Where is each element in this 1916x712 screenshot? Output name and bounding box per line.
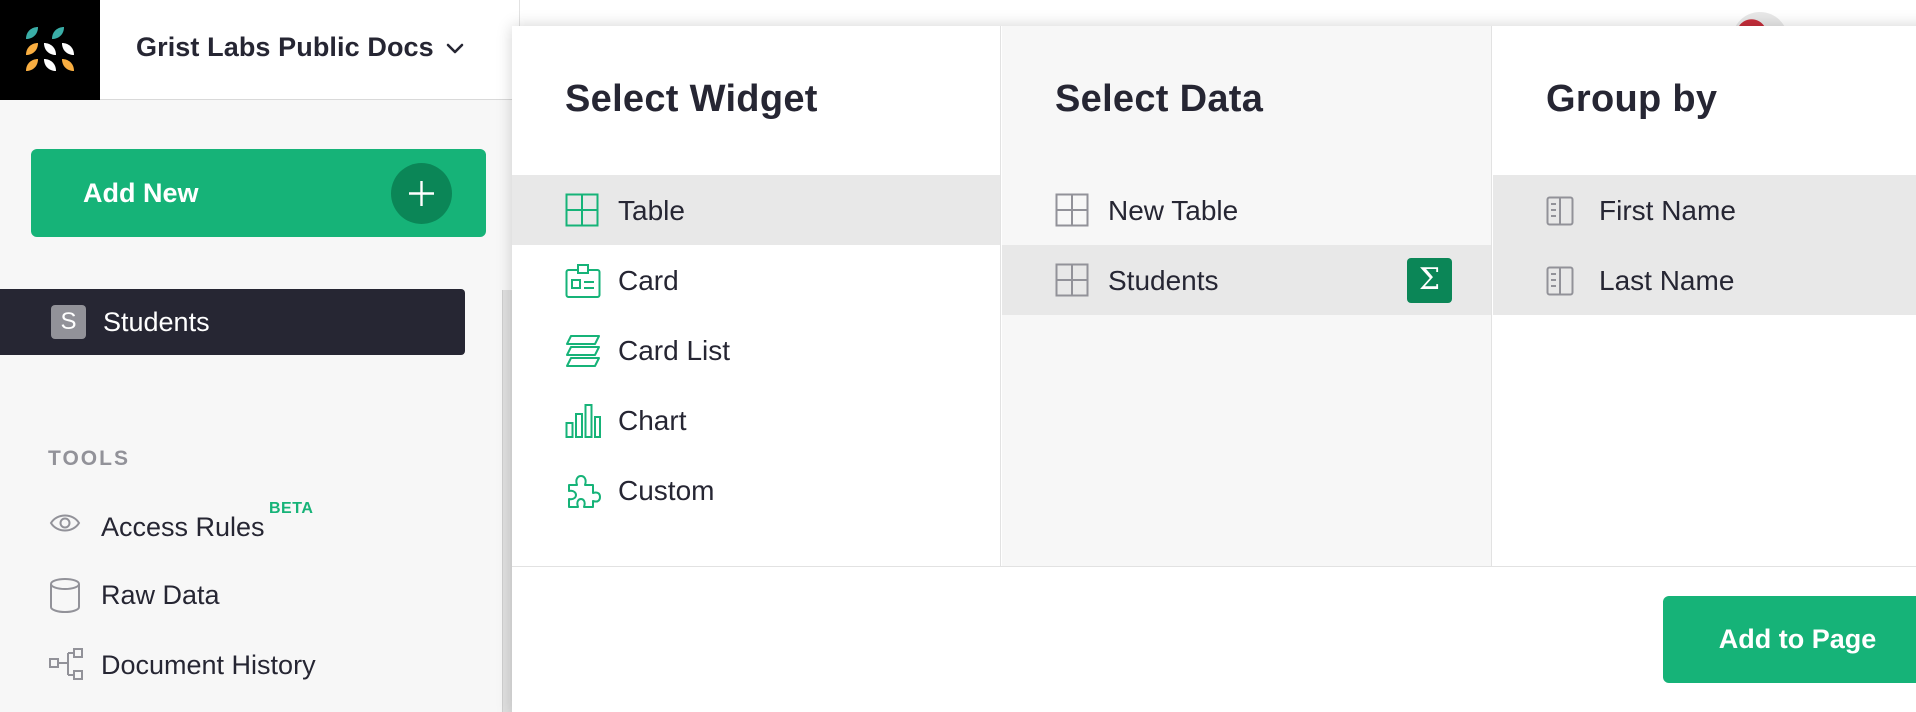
tool-label: Access Rules — [101, 512, 265, 542]
group-field-first-name[interactable]: First Name — [1493, 175, 1916, 245]
data-label: New Table — [1108, 195, 1239, 226]
group-by-column: Group by First Name Last Name — [1493, 26, 1916, 566]
data-option-students[interactable]: Students Σ — [1002, 245, 1491, 315]
left-panel: Grist Labs Public Docs Add New S Student… — [0, 0, 520, 712]
picker-footer: Add to Page — [512, 566, 1916, 712]
group-field-last-name[interactable]: Last Name — [1493, 245, 1916, 315]
database-icon — [50, 578, 80, 614]
eye-icon — [49, 514, 81, 532]
tool-document-history[interactable]: Document History — [0, 634, 490, 694]
widget-label: Card List — [618, 335, 731, 366]
tools-header: TOOLS — [48, 447, 130, 470]
tool-raw-data[interactable]: Raw Data — [0, 564, 490, 624]
table-icon — [565, 193, 599, 227]
grist-logo-icon — [26, 27, 74, 71]
summary-sigma-icon[interactable]: Σ — [1407, 258, 1452, 303]
top-bar: Grist Labs Public Docs — [0, 0, 520, 100]
sidebar-page-students[interactable]: S Students — [0, 289, 465, 355]
add-new-button[interactable]: Add New — [31, 149, 486, 237]
chart-icon — [565, 404, 601, 438]
widget-label: Card — [618, 265, 679, 296]
chevron-down-icon[interactable] — [444, 38, 466, 60]
puzzle-icon — [568, 475, 601, 508]
add-to-page-button[interactable]: Add to Page — [1663, 596, 1916, 683]
table-icon — [1055, 193, 1089, 227]
data-option-new-table[interactable]: New Table — [1002, 175, 1491, 245]
widget-picker-popup: Select Widget Table Card Card List Chart… — [512, 26, 1916, 712]
add-new-label: Add New — [83, 178, 199, 208]
tool-access-rules[interactable]: Access Rules BETA — [0, 496, 490, 556]
widget-label: Chart — [618, 405, 687, 436]
org-name[interactable]: Grist Labs Public Docs — [136, 32, 434, 63]
widget-option-card[interactable]: Card — [512, 245, 1000, 315]
app-window: Grist Labs Public Docs Add New S Student… — [0, 0, 1916, 712]
select-data-column: Select Data New Table Students Σ — [1002, 26, 1492, 566]
beta-badge: BETA — [269, 500, 314, 517]
widget-option-custom[interactable]: Custom — [512, 455, 1000, 525]
card-list-icon — [566, 335, 600, 367]
page-label: Students — [103, 307, 210, 337]
plus-icon — [391, 163, 452, 224]
history-icon — [49, 648, 83, 680]
field-icon — [1546, 266, 1574, 296]
widget-option-table[interactable]: Table — [512, 175, 1000, 245]
widget-label: Custom — [618, 475, 715, 506]
field-label: Last Name — [1599, 265, 1735, 296]
card-icon — [565, 264, 601, 298]
scrollbar[interactable] — [502, 290, 512, 712]
field-label: First Name — [1599, 195, 1736, 226]
field-icon — [1546, 196, 1574, 226]
select-data-title: Select Data — [1055, 78, 1264, 120]
data-label: Students — [1108, 265, 1219, 296]
widget-option-chart[interactable]: Chart — [512, 385, 1000, 455]
select-widget-title: Select Widget — [565, 78, 818, 120]
select-widget-column: Select Widget Table Card Card List Chart… — [512, 26, 1001, 566]
widget-label: Table — [618, 195, 685, 226]
tool-label: Raw Data — [101, 580, 220, 610]
table-icon — [1055, 263, 1089, 297]
group-by-title: Group by — [1546, 78, 1718, 120]
page-initial-badge: S — [51, 305, 86, 339]
widget-option-card-list[interactable]: Card List — [512, 315, 1000, 385]
grist-logo[interactable] — [0, 0, 100, 100]
tool-label: Document History — [101, 650, 316, 680]
